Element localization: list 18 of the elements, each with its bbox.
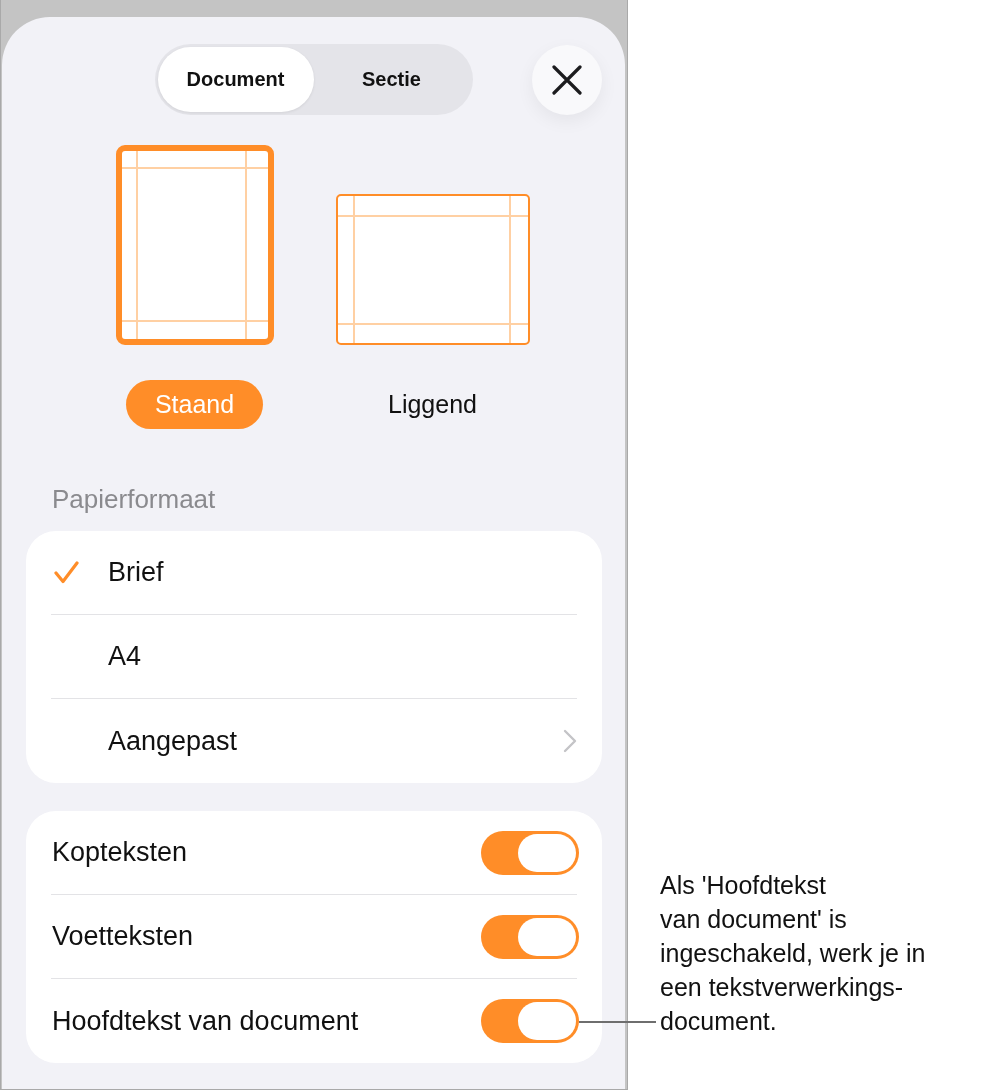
portrait-page-icon[interactable] xyxy=(115,145,274,345)
chevron-right-icon xyxy=(563,729,577,753)
setting-label: Voetteksten xyxy=(51,921,194,952)
toggle-switch[interactable] xyxy=(481,914,579,959)
paper-size-option[interactable]: Brief xyxy=(51,531,577,615)
setting-label: Kopteksten xyxy=(51,837,188,868)
paper-size-option[interactable]: A4 xyxy=(51,615,577,699)
close-icon xyxy=(552,64,582,95)
orientation-option[interactable]: Liggend xyxy=(359,380,506,429)
toggle-switch[interactable] xyxy=(481,830,579,875)
segment-tab[interactable]: Document xyxy=(157,47,314,112)
segment-tab[interactable]: Sectie xyxy=(313,47,470,112)
section-header: Papierformaat xyxy=(52,484,217,514)
toggle-switch[interactable] xyxy=(481,999,579,1043)
callout-text: Als 'Hoofdtekst van document' is ingeschakeld, werk je in een tekstverwerkings- document. xyxy=(660,870,927,1037)
setting-label: Hoofdtekst van document xyxy=(51,1005,359,1037)
paper-size-option[interactable]: Aangepast xyxy=(51,699,577,783)
landscape-page-icon[interactable] xyxy=(335,194,530,345)
